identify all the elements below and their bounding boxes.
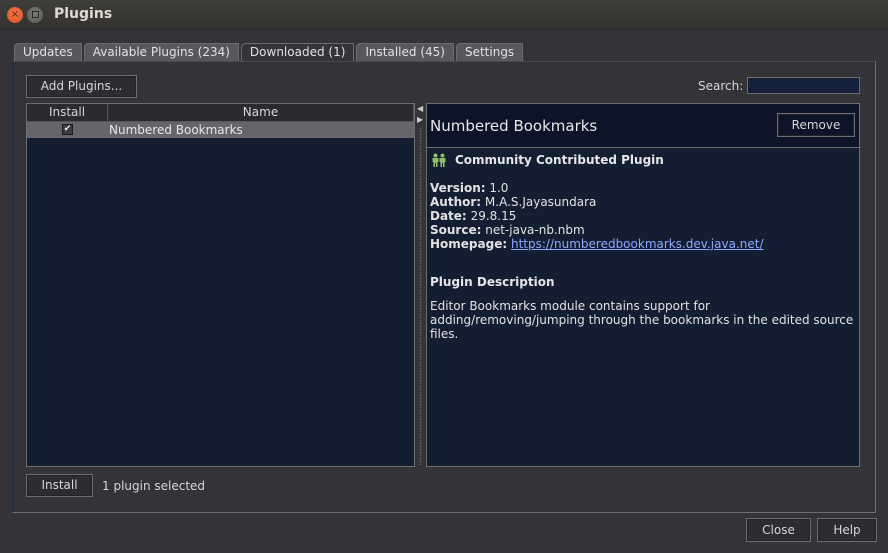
tab-downloaded[interactable]: Downloaded (1) — [240, 43, 355, 62]
tab-settings[interactable]: Settings — [455, 43, 524, 61]
window-close-button[interactable]: × — [7, 7, 23, 23]
plugin-metadata: Version: 1.0 Author: M.A.S.Jayasundara D… — [430, 181, 764, 251]
table-header: Install Name — [27, 104, 414, 122]
help-button[interactable]: Help — [817, 518, 877, 542]
close-button[interactable]: Close — [746, 518, 811, 542]
collapse-right-icon[interactable]: ▶ — [417, 116, 423, 124]
install-button[interactable]: Install — [26, 474, 93, 497]
community-label: Community Contributed Plugin — [455, 153, 664, 167]
install-label: Install — [41, 478, 78, 492]
details-title: Numbered Bookmarks — [430, 117, 598, 135]
window-title: Plugins — [54, 6, 113, 22]
tab-available-plugins[interactable]: Available Plugins (234) — [83, 43, 239, 61]
author-value: M.A.S.Jayasundara — [484, 195, 597, 209]
close-label: Close — [762, 523, 795, 537]
version-value: 1.0 — [489, 181, 509, 195]
window-maximize-button[interactable] — [27, 7, 43, 23]
search-input[interactable] — [747, 77, 860, 94]
column-header-name[interactable]: Name — [108, 104, 414, 121]
plugin-details-panel: Numbered Bookmarks Remove Community Cont… — [426, 103, 860, 467]
community-badge: Community Contributed Plugin — [431, 153, 664, 167]
add-plugins-button[interactable]: Add Plugins... — [26, 75, 137, 98]
split-pane-divider[interactable]: ◀ ▶ — [416, 103, 425, 467]
remove-button[interactable]: Remove — [777, 113, 855, 137]
tab-installed[interactable]: Installed (45) — [356, 43, 454, 61]
details-header: Numbered Bookmarks Remove — [427, 104, 859, 148]
help-label: Help — [833, 523, 861, 537]
description-title: Plugin Description — [430, 275, 555, 289]
author-row: Author: M.A.S.Jayasundara — [430, 195, 764, 209]
collapse-left-icon[interactable]: ◀ — [417, 105, 423, 113]
source-label: Source: — [430, 223, 482, 237]
date-value: 29.8.15 — [470, 209, 517, 223]
homepage-row: Homepage: https://numberedbookmarks.dev.… — [430, 237, 764, 251]
install-checkbox[interactable]: ✔ — [62, 124, 73, 135]
tab-bar: Updates Available Plugins (234) Download… — [14, 43, 525, 62]
homepage-link[interactable]: https://numberedbookmarks.dev.java.net/ — [511, 237, 764, 251]
source-row: Source: net-java-nb.nbm — [430, 223, 764, 237]
plugin-name-cell: Numbered Bookmarks — [109, 123, 243, 137]
close-icon: × — [10, 9, 20, 20]
author-label: Author: — [430, 195, 482, 209]
title-bar: × Plugins — [0, 0, 888, 30]
add-plugins-label: Add Plugins... — [40, 79, 123, 93]
column-header-install[interactable]: Install — [27, 104, 108, 121]
selection-status: 1 plugin selected — [102, 479, 206, 493]
table-row[interactable]: ✔ Numbered Bookmarks — [27, 122, 414, 138]
homepage-label: Homepage: — [430, 237, 508, 251]
search-label: Search: — [698, 79, 744, 93]
description-text: Editor Bookmarks module contains support… — [430, 299, 854, 341]
version-label: Version: — [430, 181, 486, 195]
tab-updates[interactable]: Updates — [14, 43, 82, 61]
date-row: Date: 29.8.15 — [430, 209, 764, 223]
version-row: Version: 1.0 — [430, 181, 764, 195]
community-people-icon — [432, 153, 446, 167]
date-label: Date: — [430, 209, 467, 223]
remove-label: Remove — [791, 118, 841, 132]
maximize-icon — [31, 11, 39, 18]
install-cell: ✔ — [27, 122, 108, 138]
plugins-table: Install Name ✔ Numbered Bookmarks — [26, 103, 415, 467]
source-value: net-java-nb.nbm — [485, 223, 585, 237]
splitter-grip[interactable] — [419, 127, 422, 465]
